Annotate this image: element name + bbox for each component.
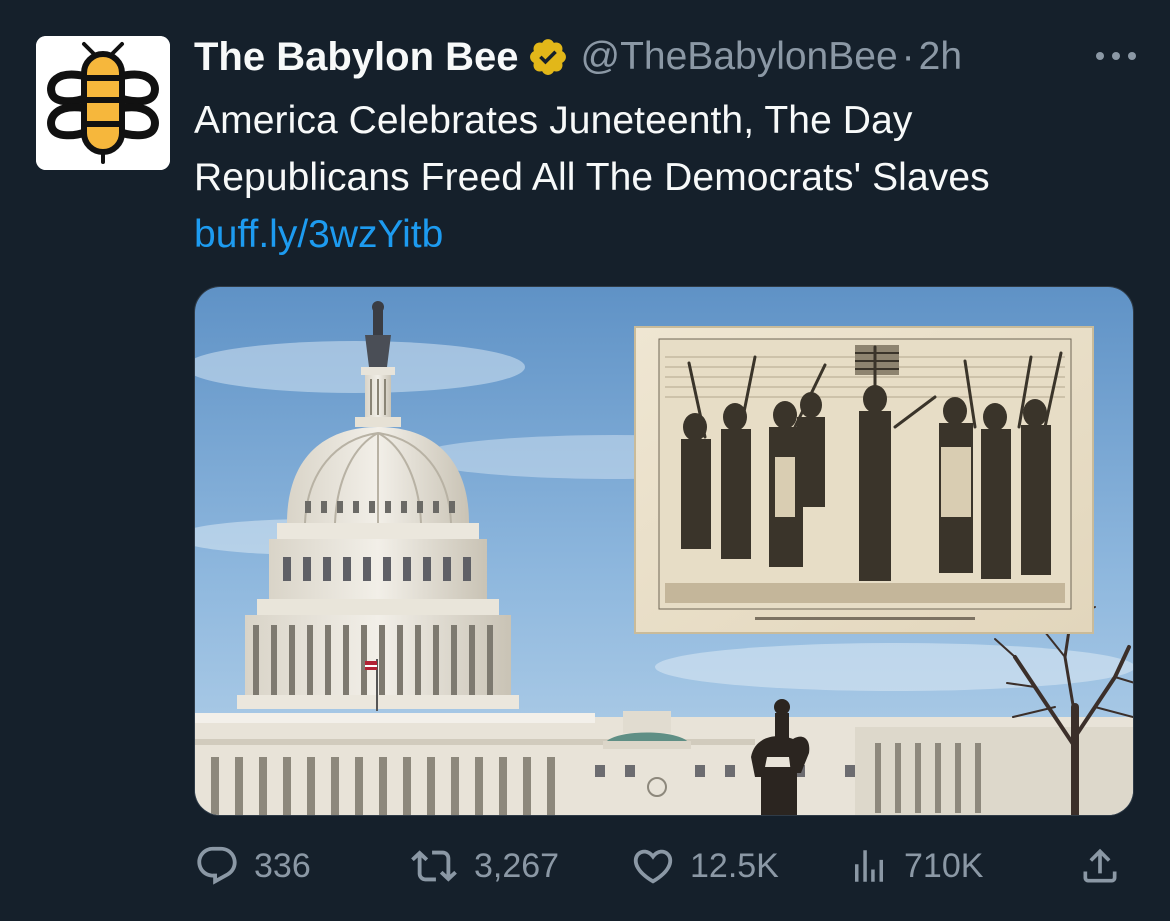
tweet-link[interactable]: buff.ly/3wzYitb — [194, 206, 443, 263]
babylon-bee-logo — [36, 36, 170, 170]
reply-button[interactable]: 336 — [194, 838, 311, 894]
separator-dot: · — [901, 35, 915, 78]
historical-engraving — [634, 326, 1094, 634]
author-display-name[interactable]: The Babylon Bee — [194, 35, 519, 80]
share-icon — [1083, 848, 1117, 883]
tweet-text-line: Republicans Freed All The Democrats' Sla… — [194, 156, 990, 199]
like-button[interactable]: 12.5K — [630, 838, 779, 894]
tweet-text: America Celebrates Juneteenth, The Day R… — [194, 92, 1154, 206]
tweet-text-line: America Celebrates Juneteenth, The Day — [194, 99, 913, 142]
heart-icon — [633, 849, 673, 884]
author-avatar[interactable] — [36, 36, 170, 170]
retweet-button[interactable]: 3,267 — [408, 838, 559, 894]
retweet-icon — [411, 850, 457, 882]
tweet-timestamp[interactable]: 2h — [919, 35, 962, 79]
views-icon — [855, 850, 883, 882]
tweet-action-bar: 336 3,267 12.5K 710K — [194, 838, 1134, 894]
tweet-media-image[interactable] — [194, 286, 1134, 816]
reply-count: 336 — [254, 846, 311, 885]
share-button[interactable] — [1078, 838, 1136, 894]
like-count: 12.5K — [690, 846, 779, 885]
more-icon[interactable] — [1094, 46, 1138, 66]
tweet-header: The Babylon Bee @TheBabylonBee · 2h — [194, 32, 1144, 82]
author-handle[interactable]: @TheBabylonBee — [581, 35, 898, 79]
views-count: 710K — [904, 846, 984, 885]
verified-badge-icon — [529, 39, 566, 75]
reply-icon — [197, 846, 237, 885]
views-button[interactable]: 710K — [848, 838, 983, 894]
retweet-count: 3,267 — [474, 846, 560, 885]
